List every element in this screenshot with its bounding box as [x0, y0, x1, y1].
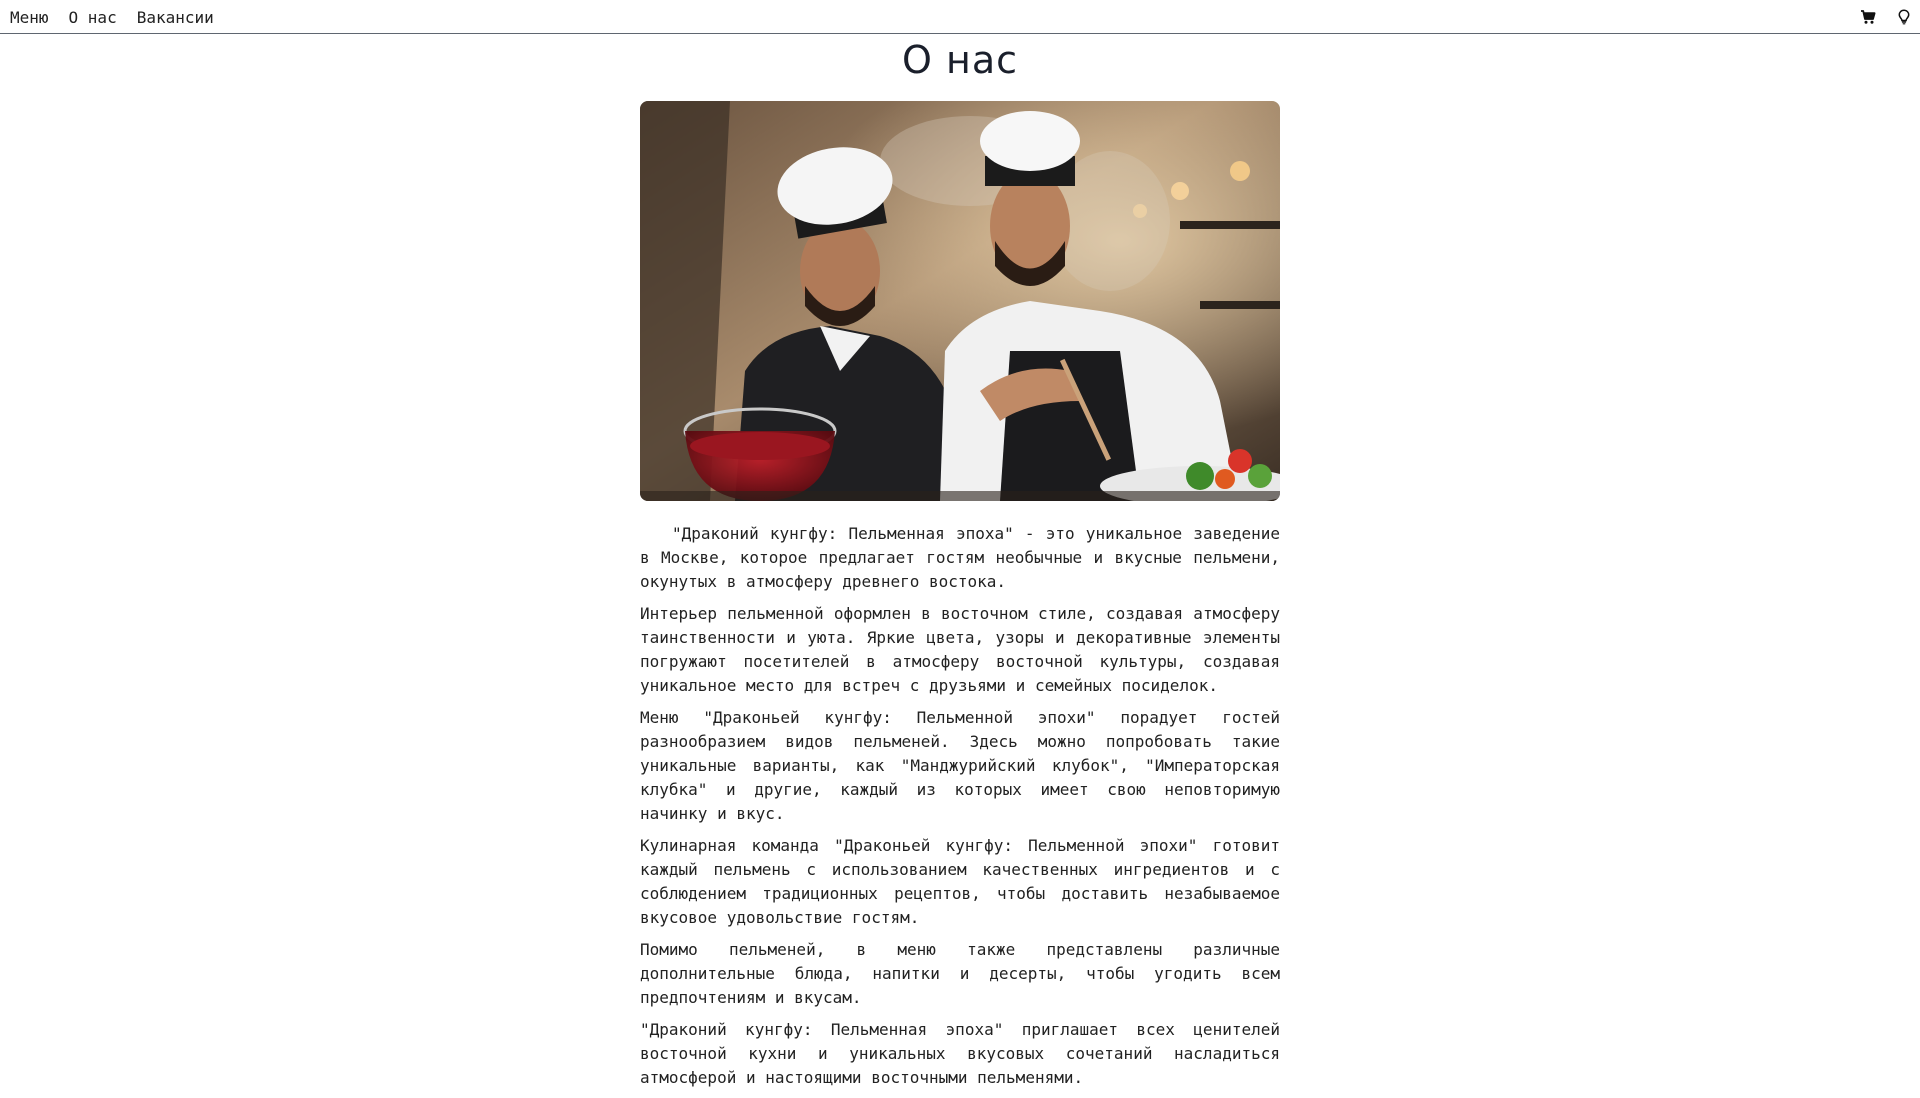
hero-image	[640, 101, 1280, 501]
cart-icon[interactable]	[1860, 9, 1876, 25]
lightbulb-icon[interactable]	[1896, 9, 1912, 25]
nav-links: Меню О нас Вакансии	[10, 0, 214, 34]
nav-link-menu[interactable]: Меню	[10, 8, 49, 27]
nav-link-about[interactable]: О нас	[69, 8, 117, 27]
article-paragraph: Помимо пельменей, в меню также представл…	[640, 940, 1280, 1007]
article-paragraph: Интерьер пельменной оформлен в восточном…	[640, 604, 1280, 695]
page-title: О нас	[901, 38, 1018, 82]
nav-icons	[1860, 0, 1912, 34]
top-navbar: Меню О нас Вакансии	[0, 0, 1920, 34]
article-paragraph: "Драконий кунгфу: Пельменная эпоха" приг…	[640, 1020, 1280, 1087]
article-paragraph: Меню "Драконьей кунгфу: Пельменной эпохи…	[640, 708, 1280, 823]
chefs-photo	[640, 101, 1280, 501]
article-paragraph: "Драконий кунгфу: Пельменная эпоха" - эт…	[640, 524, 1280, 591]
nav-link-vacancies[interactable]: Вакансии	[137, 8, 214, 27]
about-article: "Драконий кунгфу: Пельменная эпоха" - эт…	[640, 522, 1280, 1098]
article-paragraph: Кулинарная команда "Драконьей кунгфу: Пе…	[640, 836, 1280, 927]
